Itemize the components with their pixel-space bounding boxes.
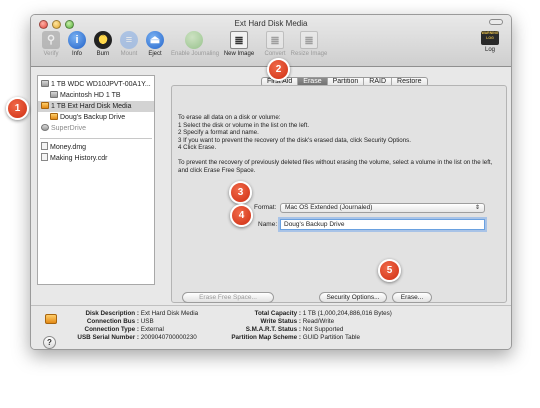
- eject-button[interactable]: ⏏ Eject: [137, 31, 173, 57]
- cdr-icon: [41, 153, 48, 161]
- connection-type-row: Connection Type : External: [84, 326, 164, 333]
- connection-bus-row: Connection Bus : USB: [86, 318, 154, 325]
- sidebar-item-dougs-backup[interactable]: Doug's Backup Drive: [38, 112, 154, 123]
- disk-info-bar: ? Disk Description : Ext Hard Disk Media…: [31, 305, 511, 349]
- mount-icon: ≡: [120, 31, 138, 49]
- sidebar-item-money-dmg[interactable]: Money.dmg: [38, 142, 154, 153]
- info-icon: i: [68, 31, 86, 49]
- total-capacity-row: Total Capacity : 1 TB (1,000,204,886,016…: [254, 310, 392, 317]
- convert-button[interactable]: ≣ Convert: [257, 31, 293, 57]
- log-icon: WARNING LOG: [481, 31, 499, 45]
- callout-2: 2: [267, 58, 290, 81]
- toolbar-toggle-button[interactable]: [489, 19, 503, 25]
- sidebar-item-macintosh-hd[interactable]: Macintosh HD 1 TB: [38, 90, 154, 101]
- usb-serial-row: USB Serial Number : 2009040700000230: [77, 334, 197, 341]
- log-button[interactable]: WARNING LOG Log: [475, 31, 505, 53]
- convert-icon: ≣: [266, 31, 284, 49]
- sidebar-item-ext-hard-disk[interactable]: 1 TB Ext Hard Disk Media: [38, 101, 154, 112]
- name-label: Name:: [258, 221, 278, 228]
- callout-5: 5: [378, 259, 401, 282]
- write-status-row: Write Status : Read/Write: [260, 318, 335, 325]
- callout-4: 4: [230, 204, 253, 227]
- erase-instructions: To erase all data on a disk or volume: 1…: [178, 114, 502, 181]
- help-button[interactable]: ?: [43, 336, 56, 349]
- sidebar-item-making-history[interactable]: Making History.cdr: [38, 153, 154, 164]
- superdrive-icon: [41, 124, 49, 131]
- resize-image-icon: ≣: [300, 31, 318, 49]
- erase-button[interactable]: Erase...: [392, 292, 432, 303]
- format-select[interactable]: Mac OS Extended (Journaled) ⇕: [280, 203, 485, 213]
- new-image-button[interactable]: ≣ New Image: [221, 31, 257, 57]
- sidebar-item-superdrive[interactable]: SuperDrive: [38, 123, 154, 134]
- disk-icon: [50, 91, 58, 98]
- erase-free-space-note: To prevent the recovery of previously de…: [178, 158, 493, 174]
- dmg-icon: [41, 142, 48, 150]
- disk-list-sidebar: 1 TB WDC WD10JPVT-00A1Y... Macintosh HD …: [37, 75, 155, 285]
- burn-icon: ☢: [94, 31, 112, 49]
- disk-icon: [41, 80, 49, 87]
- name-input[interactable]: [280, 219, 485, 230]
- sidebar-divider: [40, 138, 152, 139]
- callout-1: 1: [6, 97, 29, 120]
- disk-description-row: Disk Description : Ext Hard Disk Media: [85, 310, 199, 317]
- partition-map-row: Partition Map Scheme : GUID Partition Ta…: [231, 334, 361, 341]
- chevron-updown-icon: ⇕: [474, 205, 480, 211]
- resize-image-button[interactable]: ≣ Resize Image: [289, 31, 329, 57]
- erase-panel: To erase all data on a disk or volume: 1…: [171, 85, 507, 303]
- disk-icon: [50, 113, 58, 120]
- window-title: Ext Hard Disk Media: [234, 19, 308, 28]
- sidebar-item-wdc-disk[interactable]: 1 TB WDC WD10JPVT-00A1Y...: [38, 79, 154, 90]
- eject-icon: ⏏: [146, 31, 164, 49]
- external-disk-icon: [45, 314, 57, 324]
- security-options-button[interactable]: Security Options...: [319, 292, 387, 303]
- smart-status-row: S.M.A.R.T. Status : Not Supported: [245, 326, 344, 333]
- journal-icon: [185, 31, 203, 49]
- format-label: Format:: [254, 204, 277, 211]
- external-disk-icon: [41, 102, 49, 109]
- callout-3: 3: [229, 181, 252, 204]
- erase-free-space-button[interactable]: Erase Free Space...: [182, 292, 274, 303]
- microscope-icon: ⚲: [42, 31, 60, 49]
- new-image-icon: ≣: [230, 31, 248, 49]
- enable-journaling-button[interactable]: Enable Journaling: [171, 31, 219, 57]
